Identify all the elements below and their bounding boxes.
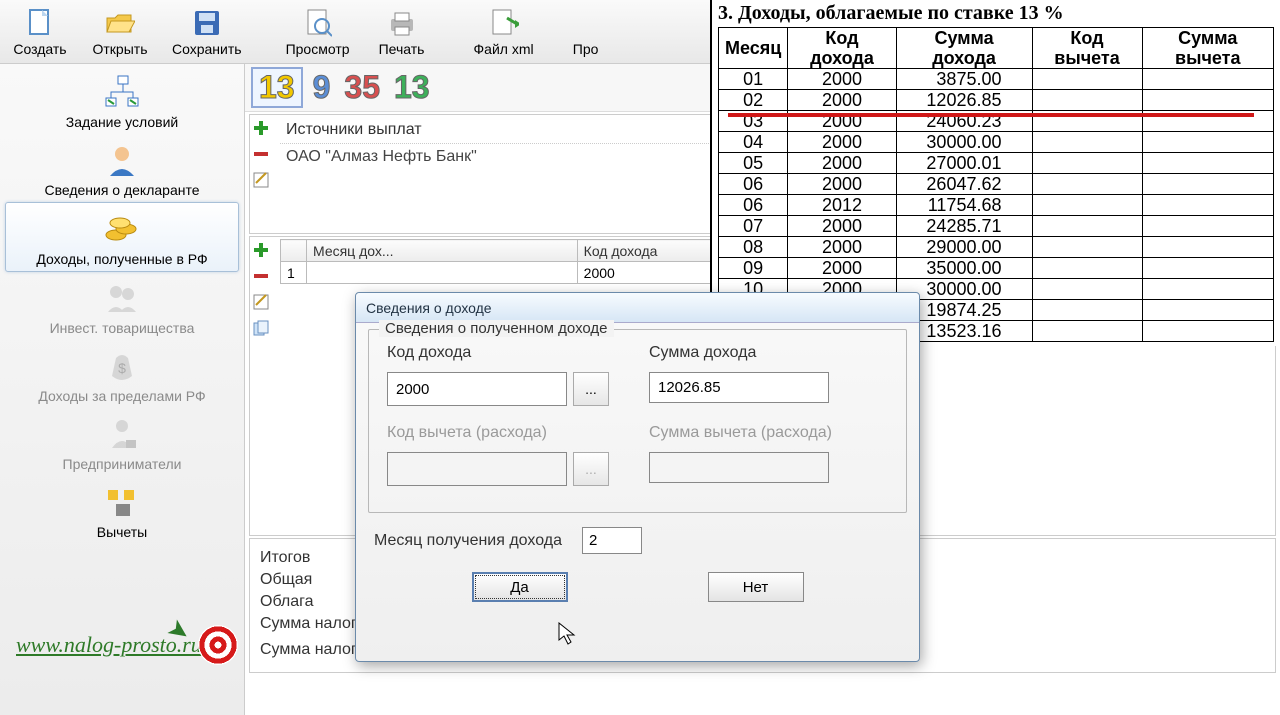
sidebar-label: Сведения о декларанте: [44, 182, 199, 198]
add-income-button[interactable]: [249, 237, 273, 263]
deduct-lookup-button: ...: [573, 452, 609, 486]
sidebar-label: Предприниматели: [63, 456, 182, 472]
rate-9-tab[interactable]: 9: [309, 69, 335, 106]
dialog-title[interactable]: Сведения о доходе: [356, 293, 919, 323]
check-button[interactable]: Про: [546, 2, 626, 61]
sidebar-label: Доходы за пределами РФ: [38, 388, 205, 404]
sidebar-label: Доходы, полученные в РФ: [36, 251, 207, 267]
deductions-icon: [102, 482, 142, 522]
edit-income-button[interactable]: [249, 289, 273, 315]
svg-text:$: $: [118, 360, 126, 376]
rate-13-tab[interactable]: 13: [251, 67, 303, 108]
month-input[interactable]: [582, 527, 642, 554]
target-icon: ➤: [198, 625, 238, 665]
rate-13b-tab[interactable]: 13: [390, 69, 434, 106]
remove-income-button[interactable]: [249, 263, 273, 289]
create-button[interactable]: Создать: [0, 2, 80, 61]
businessman-icon: [102, 414, 142, 454]
xml-file-icon: [488, 7, 520, 39]
sidebar-item-deductions[interactable]: Вычеты: [5, 476, 239, 544]
sidebar-label: Вычеты: [97, 524, 148, 540]
highlight-line: [728, 113, 1254, 117]
sidebar-item-conditions[interactable]: Задание условий: [5, 66, 239, 134]
code-label: Код дохода: [387, 344, 609, 362]
check-label: Про: [573, 41, 599, 57]
col-month[interactable]: Месяц дох...: [307, 240, 578, 262]
sidebar-item-foreign[interactable]: $ Доходы за пределами РФ: [5, 340, 239, 408]
watermark: www.nalog-prosto.ru ➤: [16, 625, 238, 665]
ref-heading: 3. Доходы, облагаемые по ставке 13 %: [718, 2, 1274, 25]
filexml-button[interactable]: Файл xml: [462, 2, 546, 61]
no-button[interactable]: Нет: [708, 572, 804, 602]
deduct-sum-label: Сумма вычета (расхода): [649, 424, 832, 442]
remove-source-button[interactable]: [249, 141, 273, 167]
print-button[interactable]: Печать: [362, 2, 442, 61]
rate-35-tab[interactable]: 35: [340, 69, 384, 106]
print-label: Печать: [379, 41, 425, 57]
open-label: Открыть: [93, 41, 148, 57]
sidebar-item-entrepreneurs[interactable]: Предприниматели: [5, 408, 239, 476]
check-icon: [570, 7, 602, 39]
code-lookup-button[interactable]: ...: [573, 372, 609, 406]
new-file-icon: [24, 7, 56, 39]
money-bag-icon: $: [102, 346, 142, 386]
partnership-icon: [102, 278, 142, 318]
deduct-code-label: Код вычета (расхода): [387, 424, 609, 442]
open-button[interactable]: Открыть: [80, 2, 160, 61]
preview-icon: [302, 7, 334, 39]
person-icon: [102, 140, 142, 180]
coins-icon: [102, 209, 142, 249]
deduct-code-input: [387, 452, 567, 486]
sidebar-item-invest[interactable]: Инвест. товарищества: [5, 272, 239, 340]
yes-button[interactable]: Да: [472, 572, 568, 602]
tree-icon: [102, 72, 142, 112]
preview-label: Просмотр: [286, 41, 350, 57]
sidebar: Задание условий Сведения о декларанте До…: [0, 64, 245, 715]
sidebar-item-declarant[interactable]: Сведения о декларанте: [5, 134, 239, 202]
floppy-icon: [191, 7, 223, 39]
filexml-label: Файл xml: [474, 41, 534, 57]
sidebar-label: Инвест. товарищества: [50, 320, 195, 336]
sum-label: Сумма дохода: [649, 344, 829, 362]
add-source-button[interactable]: [249, 115, 273, 141]
folder-open-icon: [104, 7, 136, 39]
sum-input[interactable]: [649, 372, 829, 403]
income-dialog: Сведения о доходе Сведения о полученном …: [355, 292, 920, 662]
printer-icon: [386, 7, 418, 39]
edit-source-button[interactable]: [249, 167, 273, 193]
deduct-sum-input: [649, 452, 829, 483]
sidebar-label: Задание условий: [66, 114, 178, 130]
preview-button[interactable]: Просмотр: [274, 2, 362, 61]
save-label: Сохранить: [172, 41, 242, 57]
dialog-group-legend: Сведения о полученном доходе: [379, 320, 614, 337]
save-button[interactable]: Сохранить: [160, 2, 254, 61]
code-input[interactable]: [387, 372, 567, 406]
copy-income-button[interactable]: [249, 315, 273, 341]
sidebar-item-income-rf[interactable]: Доходы, полученные в РФ: [5, 202, 239, 272]
create-label: Создать: [13, 41, 66, 57]
month-label: Месяц получения дохода: [374, 532, 562, 550]
